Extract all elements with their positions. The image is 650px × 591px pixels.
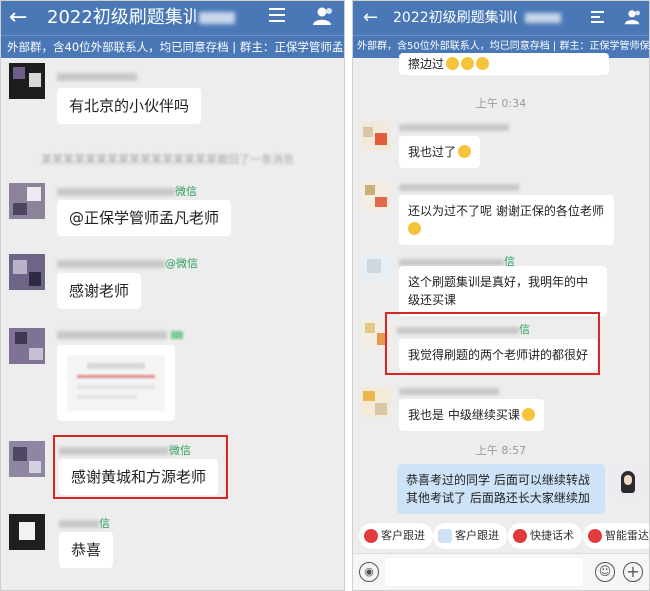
sender-nickname — [399, 385, 499, 398]
wechat-tag: 信 — [99, 517, 110, 530]
avatar[interactable] — [9, 441, 45, 477]
message-text: 恭喜 — [71, 541, 102, 559]
message-bubble[interactable]: 恭喜 — [59, 532, 114, 568]
highlight-box — [385, 312, 600, 375]
message-bubble[interactable]: 感谢老师 — [57, 273, 142, 309]
chip-label: 智能雷达 — [605, 529, 649, 542]
wechat-tag: 微信 — [175, 185, 197, 198]
system-notice: 某某某某某某某某某某某某某某某某撤回了一条消息 — [41, 153, 294, 166]
sender-nickname: 微信 — [57, 183, 197, 199]
sender-nickname — [57, 329, 183, 342]
avatar[interactable] — [9, 63, 45, 99]
message-bubble[interactable]: 还以为过不了呢 谢谢正保的各位老师 — [399, 195, 614, 245]
emoji-icon — [521, 408, 535, 421]
emoji-icon — [408, 222, 421, 235]
customer-followup-button[interactable]: 客户跟进 — [359, 523, 433, 549]
menu-icon[interactable] — [269, 8, 285, 22]
avatar[interactable] — [361, 181, 391, 211]
sender-nickname — [399, 181, 519, 194]
emoji-icon — [476, 57, 490, 70]
message-bubble[interactable]: 我也是 中级继续买课 — [399, 399, 544, 431]
right-chat-window: ← 2022初级刷题集训( 外部群，含50位外部联系人，均已同意存档 | 群主：… — [352, 0, 650, 591]
filter-menu-icon[interactable] — [591, 11, 604, 25]
quick-phrase-button[interactable]: 快捷话术 — [508, 523, 582, 549]
message-text: 感谢老师 — [69, 282, 130, 300]
image-message[interactable] — [57, 345, 175, 421]
smart-radar-button[interactable]: 智能雷达 — [583, 523, 649, 549]
voice-icon[interactable]: ◉ — [359, 562, 379, 582]
message-text: 我也过了 — [408, 145, 457, 159]
back-arrow-icon[interactable]: ← — [9, 4, 27, 32]
message-bubble[interactable]: @正保学管师孟凡老师 — [57, 200, 232, 236]
group-members-icon[interactable] — [623, 9, 641, 25]
wechat-tag: @微信 — [165, 257, 198, 270]
chat-title: 2022初级刷题集训( — [393, 10, 519, 26]
message-text: @正保学管师孟凡老师 — [69, 209, 220, 227]
timestamp: 上午 8:57 — [475, 444, 527, 457]
quick-reply-icon — [513, 529, 527, 543]
sender-nickname: 信 — [59, 515, 110, 531]
message-bubble[interactable]: 这个刷题集训是真好，我明年的中级还买课 — [399, 266, 607, 316]
sender-nickname — [57, 71, 137, 84]
left-chat-window: ← 2022初级刷题集训( 外部群，含40位外部联系人，均已同意存档 | 群主：… — [0, 0, 345, 591]
emoji-icon — [458, 145, 472, 158]
add-attachment-icon[interactable]: + — [623, 562, 643, 582]
message-text: 这个刷题集训是真好，我明年的中级还买课 — [408, 275, 589, 307]
avatar[interactable] — [9, 328, 45, 364]
highlight-box — [53, 435, 228, 499]
message-bubble[interactable]: 我也过了 — [399, 136, 481, 168]
radar-icon — [364, 529, 378, 543]
message-text: 还以为过不了呢 谢谢正保的各位老师 — [408, 204, 604, 218]
message-text: 恭喜考过的同学 后面可以继续转战其他考试了 后面路还长大家继续加 — [406, 473, 590, 505]
timestamp: 上午 0:34 — [475, 97, 527, 110]
emoji-picker-icon[interactable]: ☺ — [595, 562, 615, 582]
avatar[interactable] — [9, 254, 45, 290]
message-input[interactable] — [385, 558, 583, 586]
own-avatar[interactable] — [613, 467, 643, 497]
group-info-bar: 外部群，含40位外部联系人，均已同意存档 | 群主：正保学管师孟... — [1, 35, 344, 58]
avatar[interactable] — [9, 514, 45, 550]
message-text: 我也是 中级继续买课 — [408, 408, 520, 422]
own-message-bubble[interactable]: 恭喜考过的同学 后面可以继续转战其他考试了 后面路还长大家继续加 — [397, 464, 605, 514]
document-icon — [438, 529, 452, 543]
image-thumbnail — [67, 355, 165, 411]
sender-nickname: @微信 — [57, 255, 198, 271]
avatar[interactable] — [361, 387, 391, 417]
chip-label: 客户跟进 — [381, 529, 425, 542]
message-text: 擦边过 — [408, 57, 445, 71]
input-bar: ◉ ☺ + — [353, 553, 649, 590]
avatar[interactable] — [361, 121, 391, 151]
radar-icon — [588, 529, 602, 543]
left-header: ← 2022初级刷题集训( — [1, 1, 344, 35]
sender-nickname — [399, 121, 509, 134]
emoji-icon — [461, 57, 475, 70]
avatar[interactable] — [361, 253, 391, 283]
chip-label: 客户跟进 — [455, 529, 499, 542]
blurred-title-suffix — [525, 13, 561, 23]
message-bubble[interactable]: 有北京的小伙伴吗 — [57, 88, 202, 124]
customer-followup-button[interactable]: 客户跟进 — [433, 523, 507, 549]
emoji-icon — [446, 57, 460, 70]
group-members-icon[interactable] — [311, 6, 333, 26]
blurred-title-suffix — [199, 12, 235, 24]
chip-label: 快捷话术 — [530, 529, 574, 542]
right-header: ← 2022初级刷题集训( — [353, 1, 649, 35]
avatar[interactable] — [9, 183, 45, 219]
chat-title: 2022初级刷题集训( — [47, 7, 197, 28]
message-bubble[interactable]: 擦边过 — [399, 53, 609, 75]
message-text: 有北京的小伙伴吗 — [69, 97, 190, 115]
back-arrow-icon[interactable]: ← — [363, 4, 378, 32]
